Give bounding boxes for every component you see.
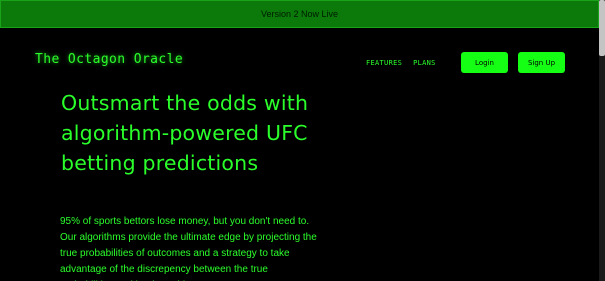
- nav-plans[interactable]: PLANS: [413, 59, 436, 67]
- login-button[interactable]: Login: [461, 52, 508, 73]
- scrollbar[interactable]: [599, 0, 605, 281]
- banner-text: Version 2 Now Live: [260, 9, 339, 19]
- nav-features[interactable]: FEATURES: [366, 59, 402, 67]
- scrollbar-thumb[interactable]: [599, 0, 605, 56]
- brand-logo[interactable]: The Octagon Oracle: [35, 52, 183, 67]
- announcement-banner: Version 2 Now Live: [0, 0, 599, 28]
- hero-description: 95% of sports bettors lose money, but yo…: [60, 216, 317, 281]
- signup-button[interactable]: Sign Up: [518, 52, 565, 73]
- main-nav: FEATURES PLANS: [366, 52, 447, 73]
- page: Version 2 Now Live The Octagon Oracle FE…: [0, 0, 605, 281]
- hero-title: Outsmart the odds with algorithm-powered…: [61, 91, 309, 175]
